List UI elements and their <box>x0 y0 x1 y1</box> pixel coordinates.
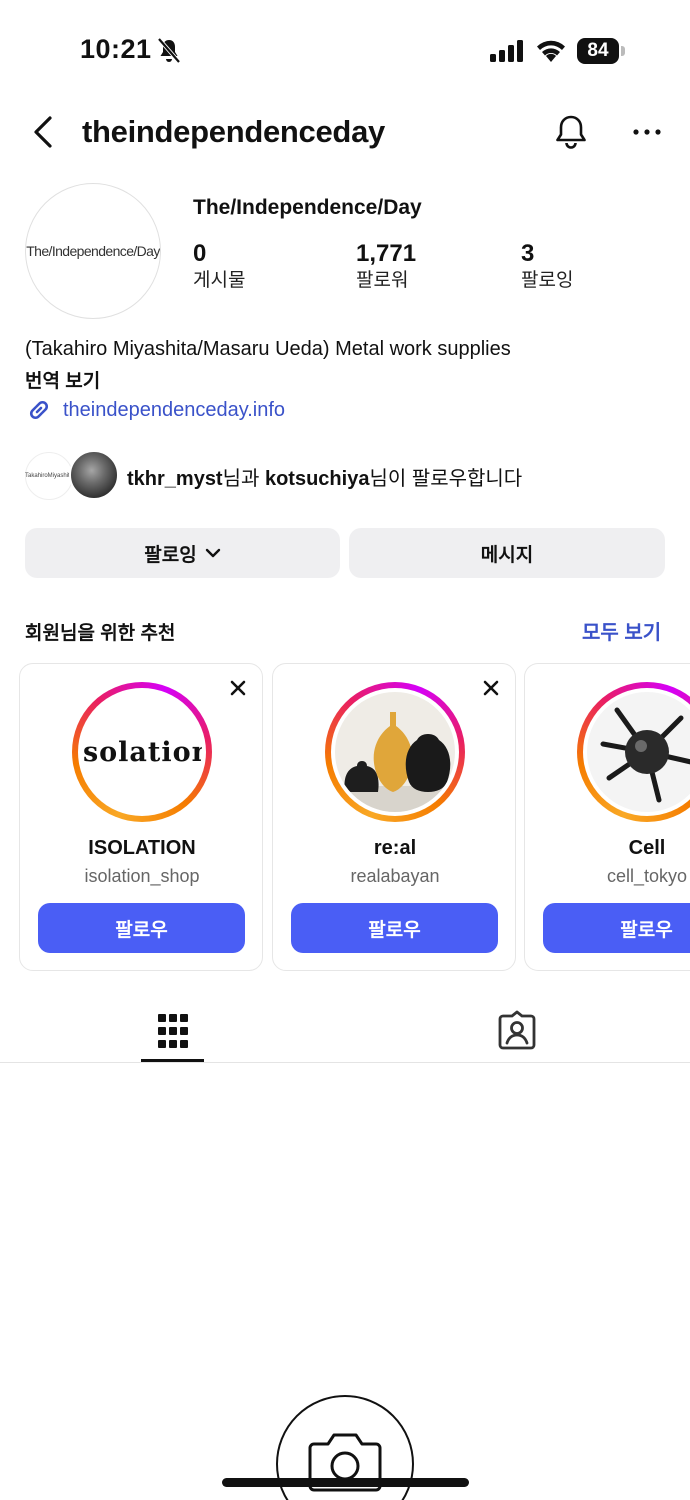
home-indicator <box>222 1478 469 1487</box>
suggestion-handle: realabayan <box>350 866 440 886</box>
website-link-text: theindependenceday.info <box>63 398 286 421</box>
stat-posts[interactable]: 0 게시물 <box>193 240 245 294</box>
suggestion-card-cell[interactable]: Cell cell_tokyo 팔로우 <box>524 663 690 971</box>
tab-posts-grid[interactable] <box>141 1003 204 1059</box>
battery-level: 84 <box>577 38 619 64</box>
mutual-avatar-2 <box>69 450 119 500</box>
suggestion-avatar: isolation <box>82 692 202 812</box>
suggestion-card-isolation[interactable]: isolation ISOLATION isolation_shop 팔로우 <box>19 663 263 971</box>
followers-count: 1,771 <box>356 240 417 267</box>
mutual-followers[interactable]: TakahiroMiyashita tkhr_myst님과 kotsuchiya… <box>25 448 645 504</box>
story-ring: isolation <box>72 682 212 822</box>
close-icon[interactable] <box>228 678 248 698</box>
close-icon[interactable] <box>481 678 501 698</box>
follow-button[interactable]: 팔로우 <box>543 903 690 953</box>
notification-bell-icon[interactable] <box>552 112 590 152</box>
status-time: 10:21 <box>80 34 152 64</box>
cellular-signal-icon <box>490 40 523 62</box>
followers-label: 팔로워 <box>356 270 409 291</box>
grid-icon <box>157 1014 188 1048</box>
cell-sculpture-photo <box>587 692 690 812</box>
suggestion-handle: isolation_shop <box>84 866 200 886</box>
wifi-icon <box>537 40 565 62</box>
vases-photo <box>335 692 455 812</box>
suggestion-handle: cell_tokyo <box>606 866 688 886</box>
posts-count: 0 <box>193 240 207 267</box>
following-count: 3 <box>521 240 535 267</box>
link-icon <box>29 400 49 420</box>
more-options-icon[interactable] <box>630 118 664 146</box>
mutual-avatar-1-text: TakahiroMiyashita <box>24 473 74 479</box>
message-button-label: 메시지 <box>480 544 534 566</box>
mutual-connector: 님과 <box>222 468 265 490</box>
avatar-logo-text: The/Independence/Day <box>26 243 160 259</box>
suggestion-avatar <box>335 692 455 812</box>
follow-button[interactable]: 팔로우 <box>291 903 498 953</box>
mutual-avatar-1: TakahiroMiyashita <box>25 452 73 500</box>
profile-username: theindependenceday <box>82 114 385 149</box>
suggestion-card-real[interactable]: re:al realabayan 팔로우 <box>272 663 516 971</box>
tabs-divider <box>0 1062 690 1063</box>
status-bar: 10:21 84 <box>0 0 690 100</box>
translate-link[interactable]: 번역 보기 <box>25 366 100 393</box>
profile-avatar[interactable]: The/Independence/Day <box>25 183 161 319</box>
back-arrow-icon[interactable] <box>28 112 60 152</box>
mutual-user-1: tkhr_myst <box>127 468 223 490</box>
story-ring <box>577 682 690 822</box>
message-button[interactable]: 메시지 <box>349 528 665 578</box>
tagged-photos-icon[interactable] <box>496 1008 538 1052</box>
silent-bell-icon <box>157 38 181 64</box>
isolation-logo: isolation <box>82 736 202 768</box>
suggestion-name: ISOLATION <box>88 837 196 859</box>
posts-label: 게시물 <box>193 270 246 291</box>
follow-button[interactable]: 팔로우 <box>38 903 245 953</box>
following-button[interactable]: 팔로잉 <box>25 528 340 578</box>
mutual-suffix: 님이 팔로우합니다 <box>369 468 523 490</box>
suggestion-avatar <box>587 692 690 812</box>
website-link[interactable]: theindependenceday.info <box>25 394 285 426</box>
following-label: 팔로잉 <box>521 270 574 291</box>
see-all-link[interactable]: 모두 보기 <box>582 616 661 645</box>
mutual-user-2: kotsuchiya <box>264 468 370 490</box>
profile-bio: (Takahiro Miyashita/Masaru Ueda) Metal w… <box>25 338 511 360</box>
mutual-followers-text: tkhr_myst님과 kotsuchiya님이 팔로우합니다 <box>127 462 522 491</box>
battery-indicator: 84 <box>577 38 625 64</box>
battery-tip <box>621 46 625 56</box>
chevron-down-icon <box>205 548 220 558</box>
stat-followers[interactable]: 1,771 팔로워 <box>356 240 416 294</box>
stat-following[interactable]: 3 팔로잉 <box>521 240 573 294</box>
profile-header: theindependenceday <box>0 100 690 164</box>
story-ring <box>325 682 465 822</box>
suggestion-name: Cell <box>628 837 666 859</box>
following-button-label: 팔로잉 <box>144 544 197 566</box>
display-name: The/Independence/Day <box>193 196 422 219</box>
suggestions-title: 회원님을 위한 추천 <box>25 623 176 644</box>
suggestion-name: re:al <box>373 837 417 859</box>
